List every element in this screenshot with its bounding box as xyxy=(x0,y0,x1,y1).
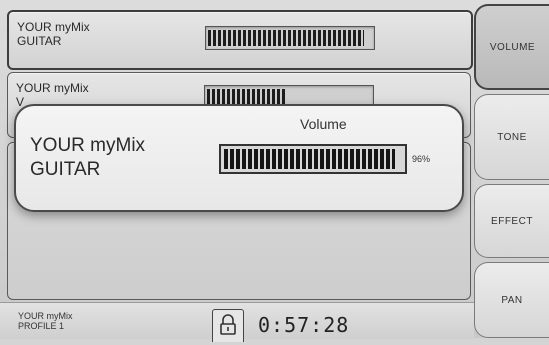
lock-button[interactable] xyxy=(212,309,244,342)
tab-effect-label: EFFECT xyxy=(491,215,533,227)
tab-tone[interactable]: TONE xyxy=(474,94,549,180)
lock-icon xyxy=(220,314,236,335)
channel-name-line2: GUITAR xyxy=(17,34,62,48)
profile-line1: YOUR myMix xyxy=(18,311,73,321)
channel-level-fill xyxy=(208,30,364,46)
volume-level-meter[interactable] xyxy=(219,144,407,174)
tab-effect[interactable]: EFFECT xyxy=(474,184,549,258)
popup-name-line1: YOUR myMix xyxy=(30,135,146,156)
side-tabs: VOLUME TONE EFFECT PAN xyxy=(474,0,549,338)
channel-level-meter xyxy=(205,26,375,50)
clock-time: 0:57:28 xyxy=(258,313,350,337)
popup-title: Volume xyxy=(300,116,347,132)
popup-channel-name: YOUR myMix GUITAR xyxy=(30,134,145,182)
popup-name-line2: GUITAR xyxy=(30,159,101,180)
channel-name-line1: YOUR myMix xyxy=(16,81,89,95)
channel-row-guitar[interactable]: YOUR myMix GUITAR xyxy=(7,10,473,70)
tab-pan[interactable]: PAN xyxy=(474,262,549,338)
tab-tone-label: TONE xyxy=(497,131,527,143)
volume-popup[interactable]: Volume YOUR myMix GUITAR 96% xyxy=(14,104,464,212)
tab-volume[interactable]: VOLUME xyxy=(474,4,549,90)
channel-name-line1: YOUR myMix xyxy=(17,20,90,34)
profile-line2: PROFILE 1 xyxy=(18,321,65,331)
channel-level-fill xyxy=(207,89,286,105)
status-bar: YOUR myMix PROFILE 1 0:57:28 xyxy=(0,302,474,342)
tab-volume-label: VOLUME xyxy=(489,41,536,53)
volume-percent: 96% xyxy=(412,154,431,164)
volume-level-fill xyxy=(224,149,395,169)
channel-name: YOUR myMix GUITAR xyxy=(17,20,187,48)
profile-label: YOUR myMix PROFILE 1 xyxy=(18,311,73,331)
mymix-screen: YOUR myMix GUITAR YOUR myMix V Volume YO… xyxy=(0,0,549,342)
tab-pan-label: PAN xyxy=(501,294,523,306)
